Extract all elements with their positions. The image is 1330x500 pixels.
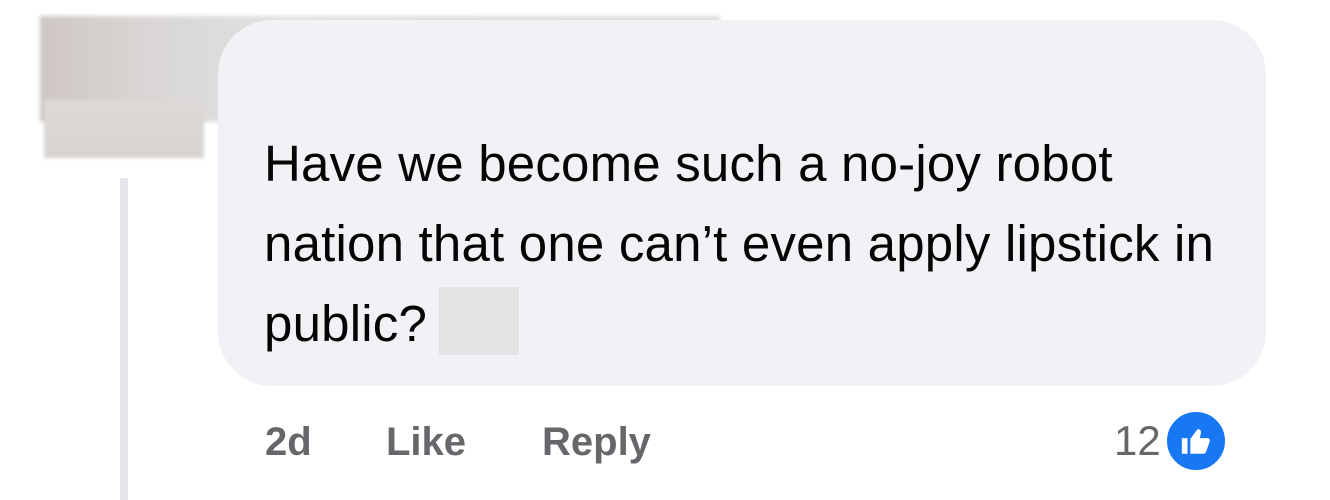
comment-text: Have we become such a no-joy robot natio… xyxy=(264,124,1224,364)
comment-body: Have we become such a no-joy robot natio… xyxy=(264,135,1215,352)
thumbs-up-icon xyxy=(1162,408,1229,474)
like-button[interactable]: Like xyxy=(386,412,466,472)
thread-line xyxy=(120,178,128,500)
reaction-summary[interactable]: 12 xyxy=(1114,406,1229,476)
reaction-count: 12 xyxy=(1114,417,1161,464)
comment-thread: Have we become such a no-joy robot natio… xyxy=(0,0,1330,500)
redacted-emoji xyxy=(439,287,520,355)
redacted-avatar xyxy=(44,100,204,158)
thumbs-up-glyph xyxy=(1181,429,1210,454)
timestamp-link[interactable]: 2d xyxy=(265,412,312,472)
reply-button[interactable]: Reply xyxy=(542,412,651,472)
